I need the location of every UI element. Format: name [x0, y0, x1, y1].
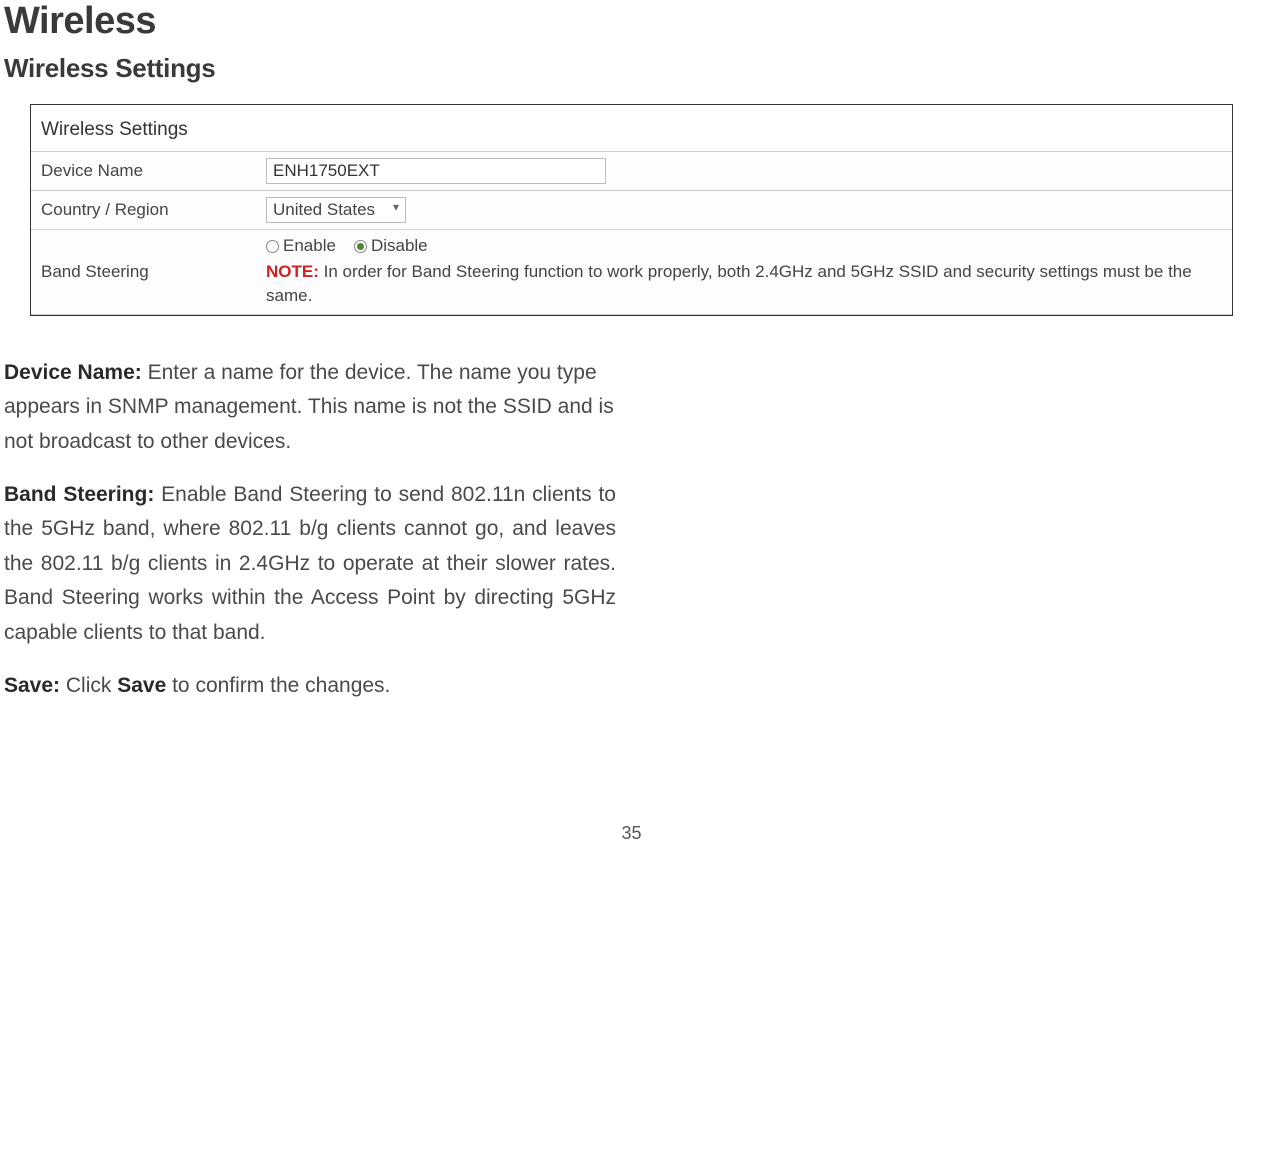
- band-steering-note: NOTE: In order for Band Steering functio…: [266, 260, 1222, 308]
- descriptions-block: Device Name: Enter a name for the device…: [0, 356, 620, 704]
- desc-bold-word: Save: [117, 674, 166, 697]
- desc-label: Device Name:: [4, 361, 142, 384]
- radio-icon: [354, 240, 367, 253]
- desc-text-suffix: to confirm the changes.: [166, 674, 390, 697]
- section-title: Wireless Settings: [0, 53, 1263, 84]
- table-row: Country / Region United States: [31, 191, 1232, 230]
- desc-text: Enable Band Steering to send 802.11n cli…: [4, 483, 616, 645]
- note-text: In order for Band Steering function to w…: [266, 262, 1192, 305]
- band-steering-disable-option[interactable]: Disable: [354, 236, 428, 256]
- country-region-label: Country / Region: [31, 191, 256, 230]
- table-row: Band Steering Enable Disable NOTE: In or…: [31, 230, 1232, 315]
- radio-icon: [266, 240, 279, 253]
- settings-table: Device Name Country / Region United Stat…: [31, 151, 1232, 315]
- table-row: Device Name: [31, 152, 1232, 191]
- radio-label: Enable: [283, 236, 336, 256]
- wireless-settings-panel: Wireless Settings Device Name Country / …: [30, 104, 1233, 316]
- page-number: 35: [0, 823, 1263, 864]
- device-name-cell: [256, 152, 1232, 191]
- band-steering-radio-group: Enable Disable: [266, 236, 1222, 256]
- country-region-cell: United States: [256, 191, 1232, 230]
- desc-text-prefix: Click: [60, 674, 117, 697]
- device-name-description: Device Name: Enter a name for the device…: [4, 356, 616, 460]
- desc-label: Band Steering:: [4, 483, 154, 506]
- band-steering-enable-option[interactable]: Enable: [266, 236, 336, 256]
- band-steering-cell: Enable Disable NOTE: In order for Band S…: [256, 230, 1232, 315]
- band-steering-label: Band Steering: [31, 230, 256, 315]
- panel-heading: Wireless Settings: [31, 105, 1232, 151]
- desc-label: Save:: [4, 674, 60, 697]
- save-description: Save: Click Save to confirm the changes.: [4, 669, 616, 704]
- band-steering-description: Band Steering: Enable Band Steering to s…: [4, 478, 616, 651]
- country-region-select[interactable]: United States: [266, 197, 406, 223]
- device-name-label: Device Name: [31, 152, 256, 191]
- page-title: Wireless: [0, 0, 1263, 43]
- radio-label: Disable: [371, 236, 428, 256]
- device-name-input[interactable]: [266, 158, 606, 184]
- note-label: NOTE:: [266, 262, 319, 281]
